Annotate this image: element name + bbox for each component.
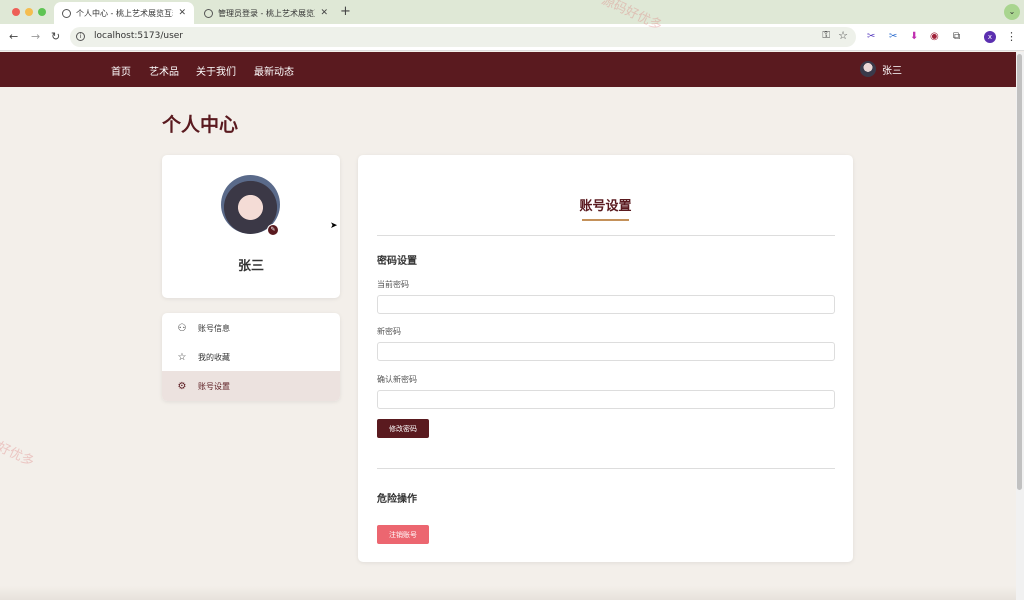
- site-info-icon[interactable]: i: [76, 32, 85, 41]
- browser-menu-icon[interactable]: ⋮: [1006, 30, 1017, 43]
- page-bottom-edge: [0, 586, 1016, 600]
- tab-title: 个人中心 - 桃上艺术展览互动平: [76, 8, 173, 18]
- globe-icon: [204, 8, 213, 18]
- sidebar-item-favorites[interactable]: ☆ 我的收藏: [162, 342, 340, 372]
- password-section-title: 密码设置: [377, 256, 417, 267]
- globe-icon: [62, 8, 71, 18]
- scrollbar-thumb[interactable]: [1017, 54, 1022, 490]
- settings-title: 账号设置: [579, 199, 632, 214]
- divider: [377, 235, 835, 236]
- tab-title: 管理员登录 - 桃上艺术展览互动: [218, 8, 315, 18]
- danger-section-title: 危险操作: [377, 494, 417, 505]
- sidebar-menu: ⚇ 账号信息 ☆ 我的收藏 ⚙ 账号设置: [162, 313, 340, 401]
- forward-icon[interactable]: →: [31, 30, 40, 43]
- extension-scissors-icon[interactable]: ✂: [867, 31, 875, 42]
- browser-tab[interactable]: 管理员登录 - 桃上艺术展览互动 ✕: [196, 2, 336, 24]
- url-text[interactable]: localhost:5173/user: [94, 31, 183, 41]
- delete-account-button[interactable]: 注销账号: [377, 525, 429, 544]
- confirm-password-field[interactable]: [377, 390, 835, 409]
- password-key-icon[interactable]: ⚿: [822, 30, 830, 41]
- nav-home[interactable]: 首页: [111, 63, 131, 78]
- browser-tab-bar: 个人中心 - 桃上艺术展览互动平 ✕ 管理员登录 - 桃上艺术展览互动 ✕ + …: [0, 0, 1024, 24]
- sidebar-item-label: 我的收藏: [198, 352, 230, 362]
- extension-cut-icon[interactable]: ✂: [889, 31, 897, 42]
- new-password-label: 新密码: [377, 327, 401, 336]
- reload-icon[interactable]: ↻: [51, 30, 60, 43]
- close-tab-icon[interactable]: ✕: [320, 8, 328, 18]
- watermark-text: 源码好优多: [0, 428, 37, 470]
- change-password-button[interactable]: 修改密码: [377, 419, 429, 438]
- edit-avatar-icon[interactable]: ✎: [267, 224, 279, 236]
- sidebar-item-label: 账号信息: [198, 323, 230, 333]
- divider: [377, 468, 835, 469]
- extension-download-icon[interactable]: ⬇: [910, 31, 918, 42]
- nav-artworks[interactable]: 艺术品: [149, 63, 179, 78]
- maximize-window-icon[interactable]: [38, 8, 46, 16]
- title-underline: [582, 219, 629, 221]
- confirm-password-label: 确认新密码: [377, 375, 417, 384]
- profile-card: ✎ 张三: [162, 155, 340, 298]
- page-title: 个人中心: [162, 114, 239, 136]
- star-icon: ☆: [177, 351, 187, 363]
- header-user-menu[interactable]: 张三: [860, 61, 902, 77]
- sidebar-item-label: 账号设置: [198, 381, 230, 391]
- sidebar-item-account-settings[interactable]: ⚙ 账号设置: [162, 371, 340, 401]
- profile-username: 张三: [237, 259, 264, 274]
- header-username[interactable]: 张三: [882, 62, 902, 77]
- new-password-field[interactable]: [377, 342, 835, 361]
- minimize-window-icon[interactable]: [25, 8, 33, 16]
- extensions-puzzle-icon[interactable]: ⧉: [953, 31, 960, 42]
- close-window-icon[interactable]: [12, 8, 20, 16]
- user-icon: ⚇: [177, 322, 187, 334]
- bookmark-star-icon[interactable]: ☆: [838, 29, 848, 42]
- nav-about[interactable]: 关于我们: [196, 63, 236, 78]
- site-header: 首页 艺术品 关于我们 最新动态 张三: [0, 52, 1016, 87]
- url-field[interactable]: i localhost:5173/user ⚿ ☆: [70, 27, 856, 47]
- current-password-label: 当前密码: [377, 280, 409, 289]
- sidebar-item-account-info[interactable]: ⚇ 账号信息: [162, 313, 340, 343]
- settings-panel: 账号设置 密码设置 当前密码 新密码 确认新密码 修改密码 危险操作 注销账号: [358, 155, 853, 562]
- avatar[interactable]: [860, 61, 876, 77]
- browser-tab-active[interactable]: 个人中心 - 桃上艺术展览互动平 ✕: [54, 2, 194, 24]
- nav-news[interactable]: 最新动态: [254, 63, 294, 78]
- gear-icon: ⚙: [177, 380, 187, 392]
- current-password-field[interactable]: [377, 295, 835, 314]
- close-tab-icon[interactable]: ✕: [178, 8, 186, 18]
- browser-profile-avatar[interactable]: x: [984, 31, 996, 43]
- new-tab-icon[interactable]: +: [340, 4, 351, 19]
- mouse-cursor-icon: ➤: [330, 221, 338, 231]
- tab-search-chevron-icon[interactable]: ⌄: [1004, 4, 1020, 20]
- extension-mask-icon[interactable]: ◉: [930, 31, 939, 42]
- back-icon[interactable]: ←: [9, 30, 18, 43]
